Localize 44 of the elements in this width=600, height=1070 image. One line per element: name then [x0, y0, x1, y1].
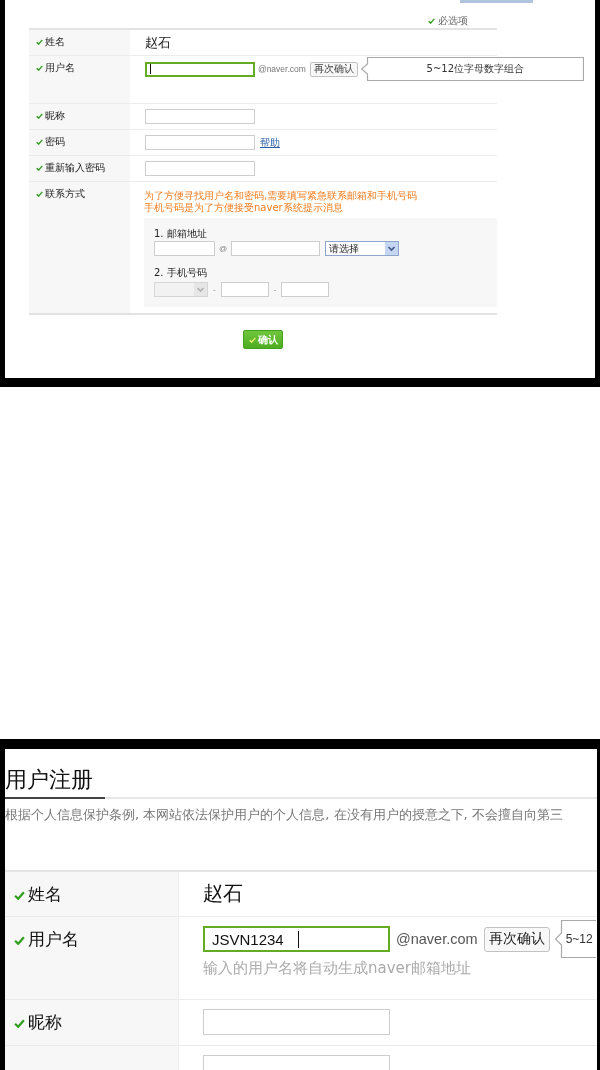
input-field[interactable] — [145, 109, 255, 124]
username-field[interactable]: JSVN1234 — [203, 926, 390, 952]
field-label: 密码 — [45, 136, 65, 148]
page-title: 用户注册 — [5, 766, 105, 799]
input-field[interactable] — [203, 1009, 390, 1035]
input-field[interactable] — [281, 282, 330, 297]
field-label: 用户名 — [45, 62, 75, 74]
input-field[interactable] — [220, 282, 269, 297]
email-domain-text: @naver.com — [396, 931, 478, 947]
input-field[interactable] — [145, 161, 255, 176]
text-cursor-icon — [150, 64, 151, 74]
input-field[interactable] — [154, 241, 215, 256]
name-value: 赵石 — [203, 881, 244, 905]
dash-separator: - — [213, 285, 216, 294]
section-label: 1. 邮箱地址 — [154, 228, 208, 240]
recheck-button[interactable]: 再次确认 — [483, 926, 550, 952]
section-label: 2. 手机号码 — [154, 267, 208, 279]
privacy-notice: 根据个人信息保护条例, 本网站依法保护用户的个人信息, 在没有用户的授意之下, 不会擅自向第三 — [5, 806, 564, 824]
check-icon — [428, 18, 435, 24]
contact-note: 为了方便寻找用户名和密码,需要填写紧急联系邮箱和手机号码 — [144, 190, 419, 202]
input-field[interactable] — [145, 135, 255, 150]
hint-tooltip: 5~12 — [554, 920, 596, 958]
name-value: 赵石 — [145, 35, 172, 51]
help-link[interactable]: 帮助 — [260, 135, 280, 150]
field-label: 联系方式 — [45, 188, 85, 200]
field-label: 昵称 — [45, 110, 65, 122]
field-label: 用户名 — [28, 929, 79, 950]
recheck-button[interactable]: 再次确认 — [309, 61, 358, 77]
at-sign: @ — [219, 244, 228, 253]
field-label: 姓名 — [28, 884, 62, 905]
field-label: 重新输入密码 — [45, 162, 105, 174]
text-cursor-icon — [297, 930, 299, 948]
field-label: 昵称 — [28, 1012, 62, 1033]
email-domain-text: @naver.com — [258, 64, 306, 74]
required-legend: 必选项 — [438, 15, 468, 27]
contact-note: 手机号码是为了方便接受naver系统提示消息 — [144, 202, 344, 214]
dash-separator: - — [273, 285, 277, 294]
hint-tooltip: 5~12位字母数字组合 — [360, 57, 584, 81]
field-label: 姓名 — [45, 36, 65, 48]
input-field[interactable] — [231, 241, 321, 256]
domain-select[interactable]: 请选择 — [325, 241, 400, 256]
check-icon — [248, 336, 256, 343]
username-field[interactable] — [145, 61, 255, 77]
hint-text: 输入的用户名将自动生成naver邮箱地址 — [203, 959, 472, 977]
